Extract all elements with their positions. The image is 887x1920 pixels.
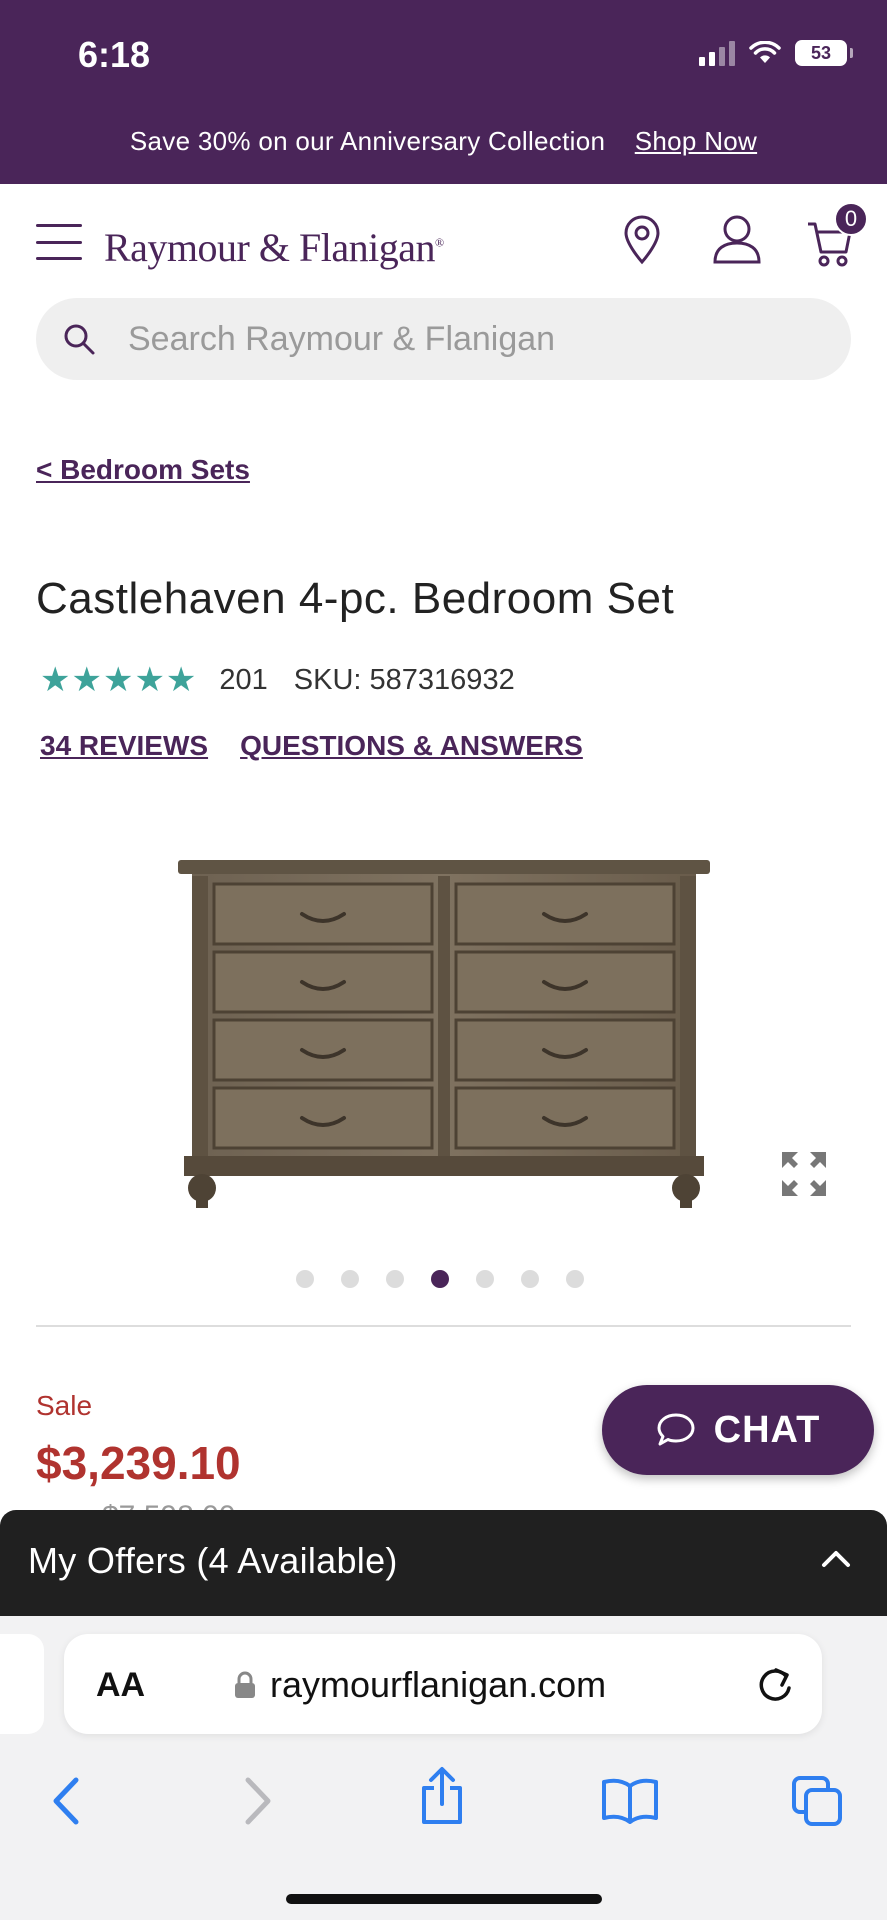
back-icon[interactable] <box>50 1776 82 1826</box>
browser-toolbar: AA raymourflanigan.com <box>0 1616 887 1920</box>
logo-registered-mark: ® <box>434 235 444 250</box>
previous-tab-preview[interactable] <box>0 1634 44 1734</box>
sale-label: Sale <box>36 1390 93 1421</box>
menu-icon[interactable] <box>36 224 82 260</box>
forward-icon[interactable] <box>242 1776 274 1826</box>
url-text: raymourflanigan.com <box>270 1664 607 1705</box>
chat-bubble-icon <box>657 1413 695 1446</box>
bookmarks-icon[interactable] <box>600 1776 660 1824</box>
shop-now-link[interactable]: Shop Now <box>635 126 757 156</box>
rating-row: ★★★★★ 201 SKU: 587316932 <box>40 660 515 700</box>
expand-image-icon[interactable] <box>780 1150 828 1198</box>
chat-button[interactable]: CHAT <box>602 1385 874 1475</box>
carousel-dot-active[interactable] <box>431 1270 449 1288</box>
status-time: 6:18 <box>78 34 151 75</box>
breadcrumb-back-link[interactable]: < Bedroom Sets <box>36 454 250 486</box>
reader-settings-button[interactable]: AA <box>96 1666 145 1705</box>
chevron-up-icon[interactable] <box>821 1548 851 1568</box>
divider <box>36 1325 851 1327</box>
offers-label: My Offers (4 Available) <box>28 1540 398 1581</box>
home-indicator <box>286 1894 602 1904</box>
cart-count-badge: 0 <box>834 202 868 236</box>
product-image[interactable] <box>174 856 714 1212</box>
reload-icon[interactable] <box>756 1664 794 1704</box>
status-icons: 53 <box>699 40 853 66</box>
store-location-icon[interactable] <box>622 214 662 266</box>
carousel-dot[interactable] <box>296 1270 314 1288</box>
browser-nav-bar <box>0 1766 887 1846</box>
tabs-icon[interactable] <box>790 1774 844 1828</box>
reviews-link[interactable]: 34 REVIEWS <box>40 730 208 762</box>
search-icon <box>64 324 95 355</box>
site-logo[interactable]: Raymour & Flanigan® <box>104 224 444 271</box>
chat-label: CHAT <box>713 1408 821 1451</box>
promo-bar: Save 30% on our Anniversary Collection S… <box>0 126 887 157</box>
share-icon[interactable] <box>418 1766 466 1826</box>
carousel-dot[interactable] <box>566 1270 584 1288</box>
url-display[interactable]: raymourflanigan.com <box>234 1664 606 1706</box>
product-title: Castlehaven 4-pc. Bedroom Set <box>36 574 675 623</box>
address-bar[interactable]: AA raymourflanigan.com <box>64 1634 822 1734</box>
rating-count: 201 <box>219 663 268 696</box>
star-rating-icon[interactable]: ★★★★★ <box>40 660 197 700</box>
carousel-dot[interactable] <box>521 1270 539 1288</box>
site-header: Raymour & Flanigan® 0 <box>0 184 887 294</box>
promo-text: Save 30% on our Anniversary Collection <box>129 126 606 156</box>
carousel-dot[interactable] <box>476 1270 494 1288</box>
questions-answers-link[interactable]: QUESTIONS & ANSWERS <box>240 730 583 762</box>
account-icon[interactable] <box>712 214 762 266</box>
search-input[interactable] <box>128 316 828 362</box>
cellular-signal-icon <box>699 40 735 66</box>
top-banner: 6:18 53 Save 30% on our Anniversary Coll… <box>0 0 887 184</box>
review-links: 34 REVIEWS QUESTIONS & ANSWERS <box>40 730 583 762</box>
sale-price: $3,239.10 <box>36 1437 241 1489</box>
carousel-dots <box>296 1270 584 1288</box>
offers-drawer[interactable]: My Offers (4 Available) <box>0 1510 887 1616</box>
sku-text: SKU: 587316932 <box>293 663 515 696</box>
carousel-dot[interactable] <box>341 1270 359 1288</box>
battery-icon: 53 <box>795 40 853 66</box>
logo-text: Raymour & Flanigan <box>104 225 435 270</box>
carousel-dot[interactable] <box>386 1270 404 1288</box>
lock-icon <box>235 1671 255 1698</box>
search-bar[interactable] <box>36 298 851 380</box>
wifi-icon <box>749 41 781 63</box>
